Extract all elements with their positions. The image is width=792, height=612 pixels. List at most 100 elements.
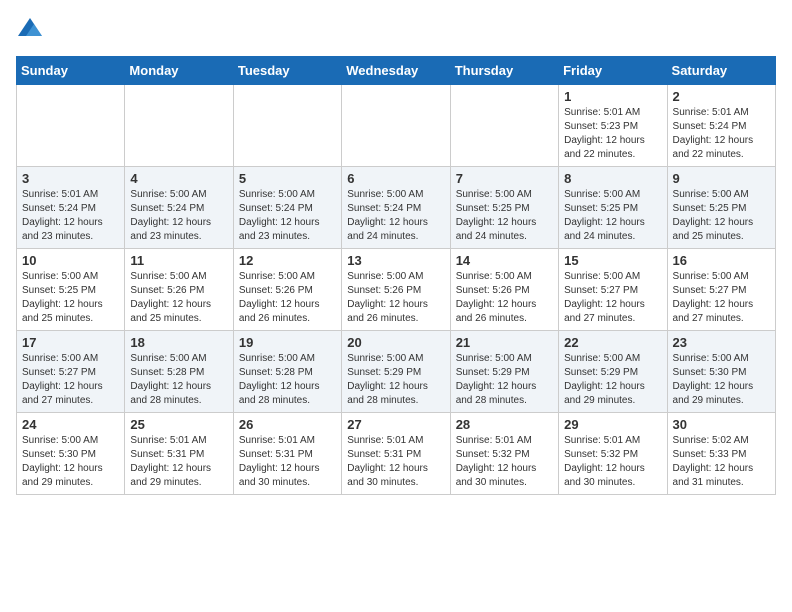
day-number: 6 <box>347 171 444 186</box>
weekday-header: Saturday <box>667 57 775 85</box>
day-number: 3 <box>22 171 119 186</box>
calendar-cell: 17 Sunrise: 5:00 AM Sunset: 5:27 PM Dayli… <box>17 331 125 413</box>
calendar-cell: 14 Sunrise: 5:00 AM Sunset: 5:26 PM Dayli… <box>450 249 558 331</box>
calendar-table: SundayMondayTuesdayWednesdayThursdayFrid… <box>16 56 776 495</box>
calendar-cell: 2 Sunrise: 5:01 AM Sunset: 5:24 PM Daylig… <box>667 85 775 167</box>
day-number: 23 <box>673 335 770 350</box>
day-info: Sunrise: 5:00 AM Sunset: 5:26 PM Dayligh… <box>347 270 444 326</box>
day-number: 4 <box>130 171 227 186</box>
weekday-header: Tuesday <box>233 57 341 85</box>
day-number: 25 <box>130 417 227 432</box>
calendar-cell: 1 Sunrise: 5:01 AM Sunset: 5:23 PM Daylig… <box>559 85 667 167</box>
day-number: 15 <box>564 253 661 268</box>
calendar-cell: 18 Sunrise: 5:00 AM Sunset: 5:28 PM Dayli… <box>125 331 233 413</box>
day-number: 11 <box>130 253 227 268</box>
day-number: 10 <box>22 253 119 268</box>
day-info: Sunrise: 5:02 AM Sunset: 5:33 PM Dayligh… <box>673 434 770 490</box>
day-number: 9 <box>673 171 770 186</box>
day-info: Sunrise: 5:00 AM Sunset: 5:26 PM Dayligh… <box>130 270 227 326</box>
calendar-cell: 21Sunrise: 5:00 AM Sunset: 5:29 PM Dayli… <box>450 331 558 413</box>
day-number: 21 <box>456 335 553 350</box>
calendar-cell: 30 Sunrise: 5:02 AM Sunset: 5:33 PM Dayli… <box>667 413 775 495</box>
day-info: Sunrise: 5:00 AM Sunset: 5:26 PM Dayligh… <box>456 270 553 326</box>
calendar-cell: 27 Sunrise: 5:01 AM Sunset: 5:31 PM Dayli… <box>342 413 450 495</box>
day-info: Sunrise: 5:01 AM Sunset: 5:31 PM Dayligh… <box>239 434 336 490</box>
day-number: 2 <box>673 89 770 104</box>
weekday-header: Friday <box>559 57 667 85</box>
calendar-week-row: 3 Sunrise: 5:01 AM Sunset: 5:24 PM Daylig… <box>17 167 776 249</box>
day-number: 12 <box>239 253 336 268</box>
calendar-cell: 24 Sunrise: 5:00 AM Sunset: 5:30 PM Dayli… <box>17 413 125 495</box>
weekday-header: Thursday <box>450 57 558 85</box>
day-number: 17 <box>22 335 119 350</box>
calendar-cell <box>342 85 450 167</box>
day-number: 29 <box>564 417 661 432</box>
calendar-cell: 7 Sunrise: 5:00 AM Sunset: 5:25 PM Daylig… <box>450 167 558 249</box>
calendar-cell: 28 Sunrise: 5:01 AM Sunset: 5:32 PM Dayli… <box>450 413 558 495</box>
calendar-cell: 9 Sunrise: 5:00 AM Sunset: 5:25 PM Daylig… <box>667 167 775 249</box>
calendar-cell: 8 Sunrise: 5:00 AM Sunset: 5:25 PM Daylig… <box>559 167 667 249</box>
day-info: Sunrise: 5:00 AM Sunset: 5:29 PM Dayligh… <box>564 352 661 408</box>
day-info: Sunrise: 5:00 AM Sunset: 5:27 PM Dayligh… <box>22 352 119 408</box>
day-number: 28 <box>456 417 553 432</box>
day-number: 7 <box>456 171 553 186</box>
calendar-cell: 15 Sunrise: 5:00 AM Sunset: 5:27 PM Dayli… <box>559 249 667 331</box>
calendar-cell: 26 Sunrise: 5:01 AM Sunset: 5:31 PM Dayli… <box>233 413 341 495</box>
calendar-cell <box>17 85 125 167</box>
day-number: 19 <box>239 335 336 350</box>
day-info: Sunrise: 5:00 AM Sunset: 5:26 PM Dayligh… <box>239 270 336 326</box>
day-info: Sunrise: 5:00 AM Sunset: 5:28 PM Dayligh… <box>239 352 336 408</box>
calendar-cell <box>450 85 558 167</box>
day-number: 20 <box>347 335 444 350</box>
calendar-cell: 11 Sunrise: 5:00 AM Sunset: 5:26 PM Dayli… <box>125 249 233 331</box>
day-info: Sunrise: 5:01 AM Sunset: 5:31 PM Dayligh… <box>130 434 227 490</box>
calendar-week-row: 24 Sunrise: 5:00 AM Sunset: 5:30 PM Dayli… <box>17 413 776 495</box>
day-info: Sunrise: 5:00 AM Sunset: 5:25 PM Dayligh… <box>564 188 661 244</box>
calendar-header: SundayMondayTuesdayWednesdayThursdayFrid… <box>17 57 776 85</box>
calendar-cell <box>233 85 341 167</box>
day-info: Sunrise: 5:01 AM Sunset: 5:31 PM Dayligh… <box>347 434 444 490</box>
calendar-cell: 19 Sunrise: 5:00 AM Sunset: 5:28 PM Dayli… <box>233 331 341 413</box>
day-number: 18 <box>130 335 227 350</box>
day-number: 27 <box>347 417 444 432</box>
day-number: 30 <box>673 417 770 432</box>
day-info: Sunrise: 5:00 AM Sunset: 5:27 PM Dayligh… <box>564 270 661 326</box>
calendar-cell: 20Sunrise: 5:00 AM Sunset: 5:29 PM Dayli… <box>342 331 450 413</box>
day-number: 22 <box>564 335 661 350</box>
day-info: Sunrise: 5:00 AM Sunset: 5:28 PM Dayligh… <box>130 352 227 408</box>
day-info: Sunrise: 5:00 AM Sunset: 5:24 PM Dayligh… <box>130 188 227 244</box>
day-info: Sunrise: 5:00 AM Sunset: 5:25 PM Dayligh… <box>673 188 770 244</box>
calendar-week-row: 17 Sunrise: 5:00 AM Sunset: 5:27 PM Dayli… <box>17 331 776 413</box>
day-number: 26 <box>239 417 336 432</box>
calendar-cell: 22 Sunrise: 5:00 AM Sunset: 5:29 PM Dayli… <box>559 331 667 413</box>
weekday-header: Sunday <box>17 57 125 85</box>
day-number: 1 <box>564 89 661 104</box>
weekday-header: Monday <box>125 57 233 85</box>
day-info: Sunrise: 5:01 AM Sunset: 5:23 PM Dayligh… <box>564 106 661 162</box>
weekday-header: Wednesday <box>342 57 450 85</box>
day-info: Sunrise: 5:01 AM Sunset: 5:32 PM Dayligh… <box>456 434 553 490</box>
day-info: Sunrise: 5:00 AM Sunset: 5:25 PM Dayligh… <box>22 270 119 326</box>
day-info: Sunrise: 5:00 AM Sunset: 5:24 PM Dayligh… <box>347 188 444 244</box>
day-info: Sunrise: 5:00 AM Sunset: 5:25 PM Dayligh… <box>456 188 553 244</box>
logo <box>16 16 48 44</box>
calendar-cell: 5 Sunrise: 5:00 AM Sunset: 5:24 PM Daylig… <box>233 167 341 249</box>
day-info: Sunrise: 5:00 AM Sunset: 5:30 PM Dayligh… <box>22 434 119 490</box>
day-number: 5 <box>239 171 336 186</box>
day-info: Sunrise: 5:01 AM Sunset: 5:24 PM Dayligh… <box>673 106 770 162</box>
calendar-week-row: 10 Sunrise: 5:00 AM Sunset: 5:25 PM Dayli… <box>17 249 776 331</box>
page-header <box>16 16 776 44</box>
day-number: 16 <box>673 253 770 268</box>
day-number: 24 <box>22 417 119 432</box>
calendar-cell: 6 Sunrise: 5:00 AM Sunset: 5:24 PM Daylig… <box>342 167 450 249</box>
day-info: Sunrise: 5:01 AM Sunset: 5:24 PM Dayligh… <box>22 188 119 244</box>
day-number: 13 <box>347 253 444 268</box>
day-info: Sunrise: 5:00 AM Sunset: 5:24 PM Dayligh… <box>239 188 336 244</box>
day-number: 8 <box>564 171 661 186</box>
logo-icon <box>16 16 44 44</box>
calendar-cell: 3 Sunrise: 5:01 AM Sunset: 5:24 PM Daylig… <box>17 167 125 249</box>
day-info: Sunrise: 5:00 AM Sunset: 5:27 PM Dayligh… <box>673 270 770 326</box>
calendar-cell: 4 Sunrise: 5:00 AM Sunset: 5:24 PM Daylig… <box>125 167 233 249</box>
calendar-cell: 12 Sunrise: 5:00 AM Sunset: 5:26 PM Dayli… <box>233 249 341 331</box>
day-number: 14 <box>456 253 553 268</box>
